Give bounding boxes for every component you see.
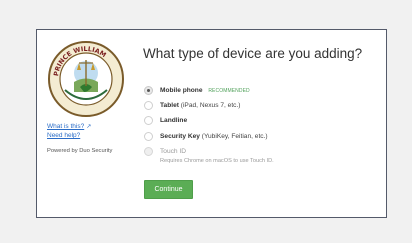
security-key-detail: (YubiKey, Feitian, etc.) — [199, 132, 268, 140]
radio-mobile-phone[interactable] — [144, 86, 153, 95]
mobile-phone-label: Mobile phone — [160, 86, 203, 94]
radio-touch-id — [144, 147, 153, 156]
radio-tablet[interactable] — [144, 101, 153, 110]
external-link-icon: ↗ — [86, 124, 92, 130]
tablet-detail: (iPad, Nexus 7, etc.) — [178, 101, 241, 109]
what-is-this-link[interactable]: What is this? ↗ — [47, 123, 91, 130]
sidebar: PRINCE WILLIAM What is this? ↗ Need help?… — [47, 40, 129, 200]
need-help-link[interactable]: Need help? — [47, 132, 80, 139]
option-landline[interactable]: Landline — [144, 116, 364, 128]
powered-by-text: Powered by Duo Security — [47, 148, 113, 154]
option-tablet[interactable]: Tablet (iPad, Nexus 7, etc.) — [144, 101, 364, 113]
landline-label: Landline — [160, 116, 188, 124]
option-mobile-phone[interactable]: Mobile phone RECOMMENDED — [144, 86, 364, 98]
device-type-panel: What type of device are you adding? Mobi… — [137, 40, 372, 208]
option-label-mobile-phone: Mobile phone RECOMMENDED — [160, 87, 250, 94]
what-is-this-label: What is this? — [47, 123, 85, 130]
county-seal-logo: PRINCE WILLIAM — [48, 41, 124, 117]
touch-id-hint: Requires Chrome on macOS to use Touch ID… — [160, 158, 274, 164]
option-label-landline: Landline — [160, 117, 187, 124]
touch-id-label: Touch ID — [160, 147, 187, 155]
recommended-badge: RECOMMENDED — [208, 87, 250, 94]
page-title: What type of device are you adding? — [143, 46, 363, 61]
option-label-tablet: Tablet (iPad, Nexus 7, etc.) — [160, 102, 241, 109]
continue-button[interactable]: Continue — [144, 180, 193, 199]
option-label-security-key: Security Key (YubiKey, Feitian, etc.) — [160, 133, 268, 140]
radio-landline[interactable] — [144, 116, 153, 125]
radio-security-key[interactable] — [144, 132, 153, 141]
tablet-label: Tablet — [160, 101, 179, 109]
duo-prompt-frame: PRINCE WILLIAM What is this? ↗ Need help?… — [36, 29, 387, 218]
security-key-label: Security Key — [160, 132, 200, 140]
option-security-key[interactable]: Security Key (YubiKey, Feitian, etc.) — [144, 132, 364, 144]
